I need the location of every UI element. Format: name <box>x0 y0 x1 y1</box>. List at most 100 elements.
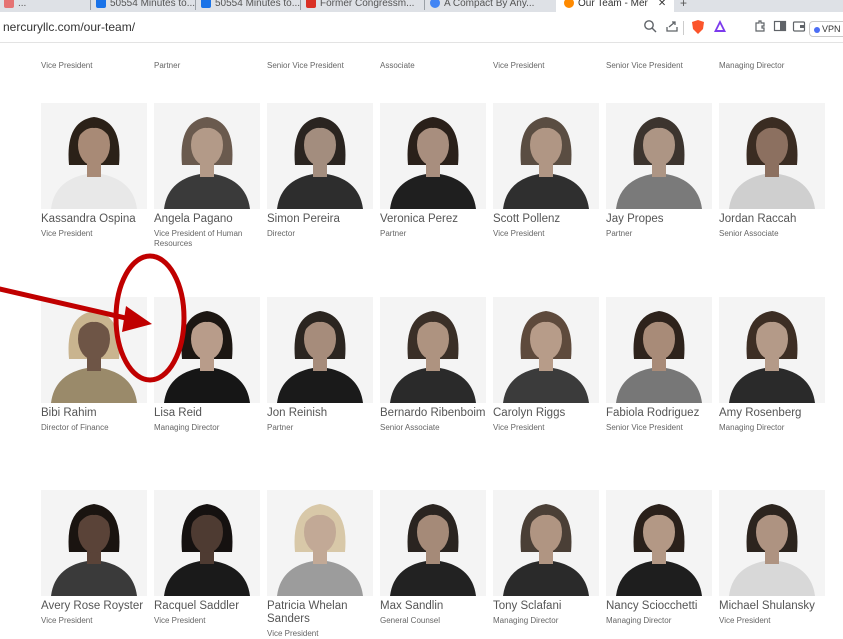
member-role: Director <box>267 229 296 238</box>
browser-tab[interactable]: Former Congressm... <box>306 0 414 12</box>
member-photo[interactable] <box>380 490 486 596</box>
team-member-card[interactable]: Patricia Whelan Sanders Vice President <box>267 490 377 639</box>
team-member-card[interactable]: Simon Pereira Director <box>267 103 377 239</box>
team-member-card[interactable]: Fabiola Rodriguez Senior Vice President <box>606 297 716 433</box>
member-name[interactable]: Bibi Rahim <box>41 407 151 420</box>
brave-shield-icon[interactable] <box>690 19 706 35</box>
team-member-card[interactable]: Angela Pagano Vice President of Human Res… <box>154 103 264 249</box>
browser-tab[interactable]: ... <box>4 0 26 12</box>
member-photo[interactable] <box>41 490 147 596</box>
portrait-image <box>606 490 712 596</box>
member-name[interactable]: Amy Rosenberg <box>719 407 829 420</box>
member-name[interactable]: Angela Pagano <box>154 213 264 226</box>
member-role: Vice President <box>267 629 319 638</box>
portrait-image <box>719 297 825 403</box>
member-role: Managing Director <box>606 616 672 625</box>
member-photo[interactable] <box>154 490 260 596</box>
team-member-card[interactable]: Max Sandlin General Counsel <box>380 490 490 626</box>
member-photo[interactable] <box>380 103 486 209</box>
team-member-card[interactable]: Veronica Perez Partner <box>380 103 490 239</box>
team-member-card[interactable]: Jay Propes Partner <box>606 103 716 239</box>
team-member-card[interactable]: Scott Pollenz Vice President <box>493 103 603 239</box>
member-name[interactable]: Lisa Reid <box>154 407 264 420</box>
member-name[interactable]: Patricia Whelan Sanders <box>267 600 377 626</box>
member-name[interactable]: Racquel Saddler <box>154 600 264 613</box>
member-name[interactable]: Bernardo Ribenboim <box>380 407 490 420</box>
team-member-card[interactable]: Jordan Raccah Senior Associate <box>719 103 829 239</box>
member-photo[interactable] <box>493 103 599 209</box>
tab-favicon-icon <box>430 0 440 8</box>
member-name[interactable]: Jay Propes <box>606 213 716 226</box>
portrait-image <box>380 103 486 209</box>
zoom-icon[interactable] <box>642 19 658 35</box>
member-role: Partner <box>606 229 633 238</box>
member-name[interactable]: Simon Pereira <box>267 213 377 226</box>
wallet-icon[interactable] <box>791 19 807 35</box>
member-name[interactable]: Fabiola Rodriguez <box>606 407 716 420</box>
member-name[interactable]: Avery Rose Royster <box>41 600 151 613</box>
url-text[interactable]: nercuryllc.com/our-team/ <box>3 20 135 34</box>
member-role: Managing Director <box>154 423 220 432</box>
team-member-card[interactable]: Lisa Reid Managing Director <box>154 297 264 433</box>
browser-tab[interactable]: 50554 Minutes to... <box>201 0 300 12</box>
team-member-card[interactable]: Bernardo Ribenboim Senior Associate <box>380 297 490 433</box>
browser-tab[interactable]: A Compact By Any... <box>430 0 534 12</box>
new-tab-icon[interactable]: + <box>680 0 687 12</box>
member-photo[interactable] <box>154 297 260 403</box>
share-icon[interactable] <box>664 19 680 35</box>
team-member-card[interactable]: Carolyn Riggs Vice President <box>493 297 603 433</box>
member-role: Senior Vice President <box>606 423 683 432</box>
member-photo[interactable] <box>41 103 147 209</box>
team-member-card[interactable]: Jon Reinish Partner <box>267 297 377 433</box>
member-photo[interactable] <box>154 103 260 209</box>
portrait-image <box>41 297 147 403</box>
team-member-card[interactable]: Bibi Rahim Director of Finance <box>41 297 151 433</box>
portrait-image <box>493 297 599 403</box>
member-photo[interactable] <box>493 297 599 403</box>
member-photo[interactable] <box>267 297 373 403</box>
member-photo[interactable] <box>267 103 373 209</box>
member-name[interactable]: Jon Reinish <box>267 407 377 420</box>
sidebar-toggle-icon[interactable] <box>772 19 788 35</box>
team-member-card[interactable]: Kassandra Ospina Vice President <box>41 103 151 239</box>
member-name[interactable]: Max Sandlin <box>380 600 490 613</box>
member-photo[interactable] <box>719 490 825 596</box>
vpn-button[interactable]: VPN <box>809 21 843 37</box>
member-photo[interactable] <box>606 490 712 596</box>
member-photo[interactable] <box>719 297 825 403</box>
team-member-card[interactable]: Michael Shulansky Vice President <box>719 490 829 626</box>
member-name[interactable]: Scott Pollenz <box>493 213 603 226</box>
member-name[interactable]: Jordan Raccah <box>719 213 829 226</box>
member-photo[interactable] <box>380 297 486 403</box>
member-role: General Counsel <box>380 616 441 625</box>
team-member-card[interactable]: Racquel Saddler Vice President <box>154 490 264 626</box>
tab-favicon-icon <box>201 0 211 8</box>
team-member-card[interactable]: Avery Rose Royster Vice President <box>41 490 151 626</box>
team-member-card[interactable]: Nancy Sciocchetti Managing Director <box>606 490 716 626</box>
tab-close-icon[interactable]: ✕ <box>658 0 666 9</box>
member-photo[interactable] <box>493 490 599 596</box>
team-member-card[interactable]: Amy Rosenberg Managing Director <box>719 297 829 433</box>
brave-rewards-icon[interactable] <box>712 19 728 35</box>
member-role: Vice President <box>41 229 93 238</box>
extensions-icon[interactable] <box>752 19 768 35</box>
member-name[interactable]: Carolyn Riggs <box>493 407 603 420</box>
member-name[interactable]: Michael Shulansky <box>719 600 829 613</box>
member-name[interactable]: Nancy Sciocchetti <box>606 600 716 613</box>
member-role: Senior Associate <box>380 423 440 432</box>
browser-tab[interactable]: 50554 Minutes to... <box>96 0 195 12</box>
member-photo[interactable] <box>606 297 712 403</box>
member-photo[interactable] <box>41 297 147 403</box>
member-name[interactable]: Veronica Perez <box>380 213 490 226</box>
member-name[interactable]: Kassandra Ospina <box>41 213 151 226</box>
member-photo[interactable] <box>606 103 712 209</box>
address-bar[interactable]: nercuryllc.com/our-team/ VPN <box>0 12 843 43</box>
tab-separator <box>300 0 301 10</box>
team-member-card[interactable]: Tony Sclafani Managing Director <box>493 490 603 626</box>
member-photo[interactable] <box>267 490 373 596</box>
browser-tab-active[interactable]: Our Team - Mer ✕ <box>556 0 675 12</box>
member-name[interactable]: Tony Sclafani <box>493 600 603 613</box>
portrait-image <box>154 490 260 596</box>
member-photo[interactable] <box>719 103 825 209</box>
tab-separator <box>424 0 425 10</box>
